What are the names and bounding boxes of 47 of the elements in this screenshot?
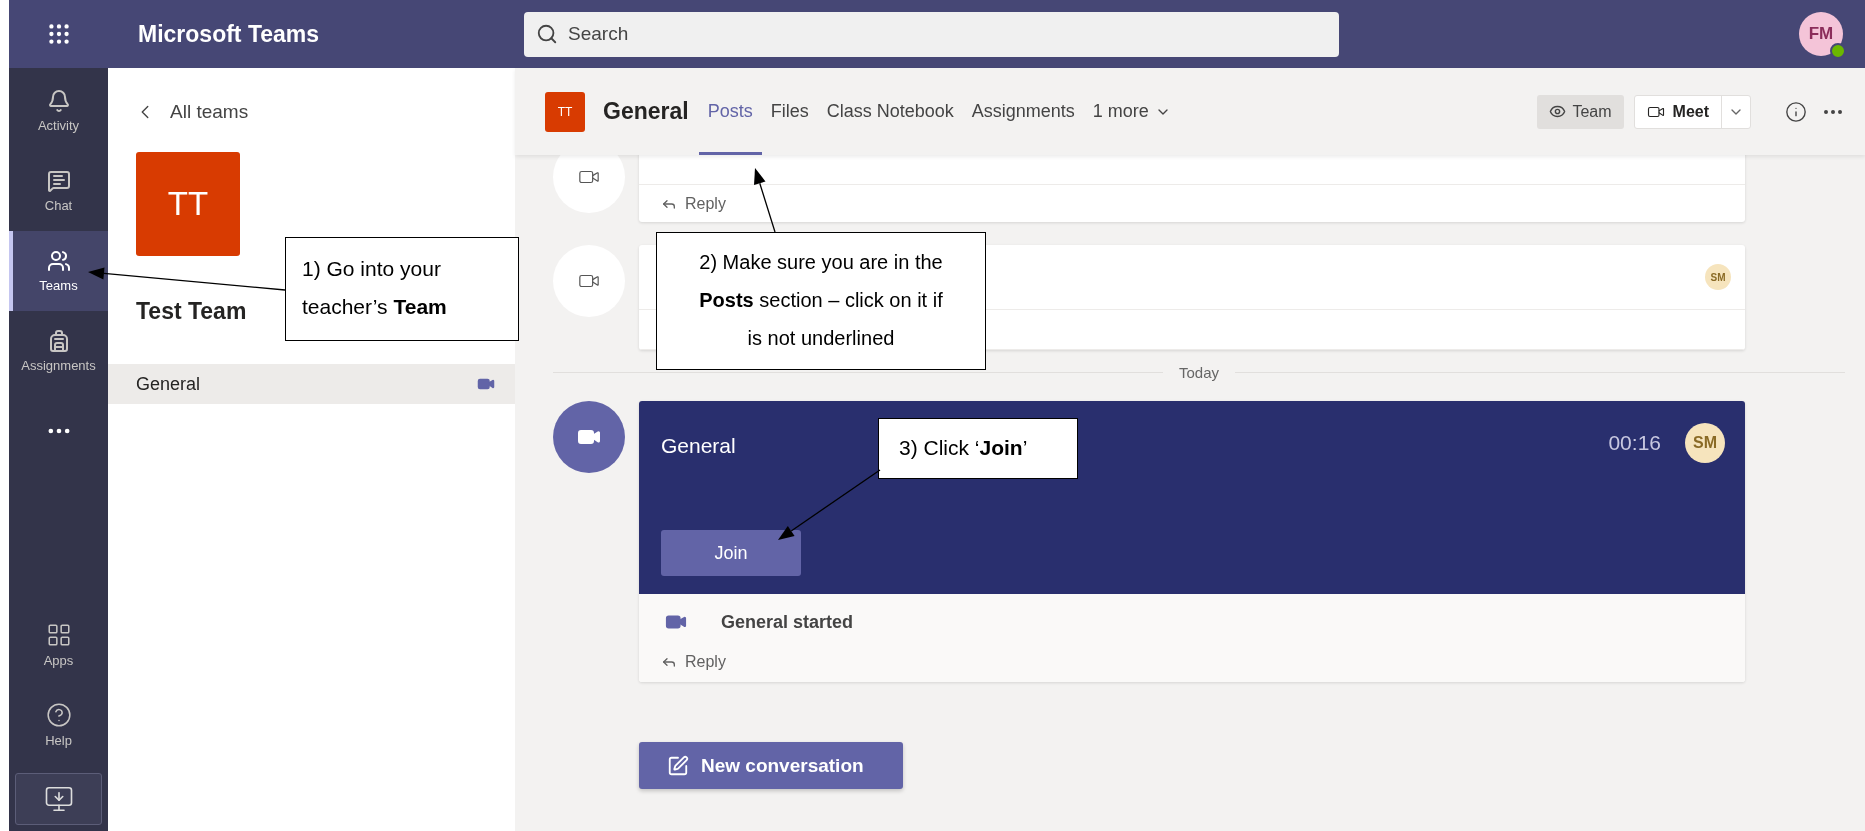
user-avatar[interactable]: FM [1799,12,1843,56]
search-icon [536,23,558,45]
download-button[interactable] [15,773,102,825]
monitor-download-icon [43,784,74,814]
help-icon [45,702,72,728]
rail-item[interactable]: Chat [9,151,108,231]
bell-icon [46,89,71,113]
arrow [754,168,776,233]
rail-item[interactable]: Activity [9,71,108,151]
eye-icon [1549,103,1567,120]
join-button[interactable]: Join [661,530,801,576]
channel-item[interactable]: General [108,364,515,404]
team-name: Test Team [136,298,247,325]
app-title: Microsoft Teams [137,20,321,48]
reply-button[interactable]: Reply [639,642,1745,682]
tab[interactable]: Class Notebook [817,68,963,155]
people-icon [46,249,71,273]
meeting-title: General [661,434,736,458]
tab[interactable]: Files [761,68,818,155]
team-tile: TT [136,152,240,256]
tab[interactable]: 1 more [1083,68,1180,155]
chat-icon [46,169,71,193]
annotation-callout: 2) Make sure you are in the Posts section – click on it if is not underlined [656,232,986,370]
tab[interactable]: Assignments [962,68,1084,155]
presence-icon [1830,43,1846,59]
reply-button[interactable]: Reply [639,185,1745,222]
user-avatar: SM [1705,264,1731,290]
meet-button[interactable]: Meet [1633,94,1751,129]
apps-icon [45,622,72,648]
channel-tile: TT [545,91,585,132]
user-avatar: SM [1685,423,1725,463]
compose-icon [667,754,689,777]
meeting-status: General started [721,611,854,633]
new-conversation-button[interactable]: New conversation [639,742,903,789]
team-button[interactable]: Team [1537,94,1624,129]
date-divider: Today [1179,364,1219,381]
back-link[interactable]: All teams [134,101,249,123]
rail-item[interactable]: Help [9,685,108,765]
info-icon[interactable] [1785,100,1807,123]
rail-item[interactable]: Teams [9,231,108,311]
rail-item[interactable]: Apps [9,605,108,685]
annotation-callout: 3) Click ‘Join’ [878,418,1078,479]
meeting-duration: 00:16 [1608,431,1661,455]
channel-name: General [603,98,689,125]
annotation-callout: 1) Go into your teacher’s Team [285,237,519,341]
rail-item[interactable]: Assignments [9,311,108,391]
search-field[interactable]: Search [524,11,1339,57]
